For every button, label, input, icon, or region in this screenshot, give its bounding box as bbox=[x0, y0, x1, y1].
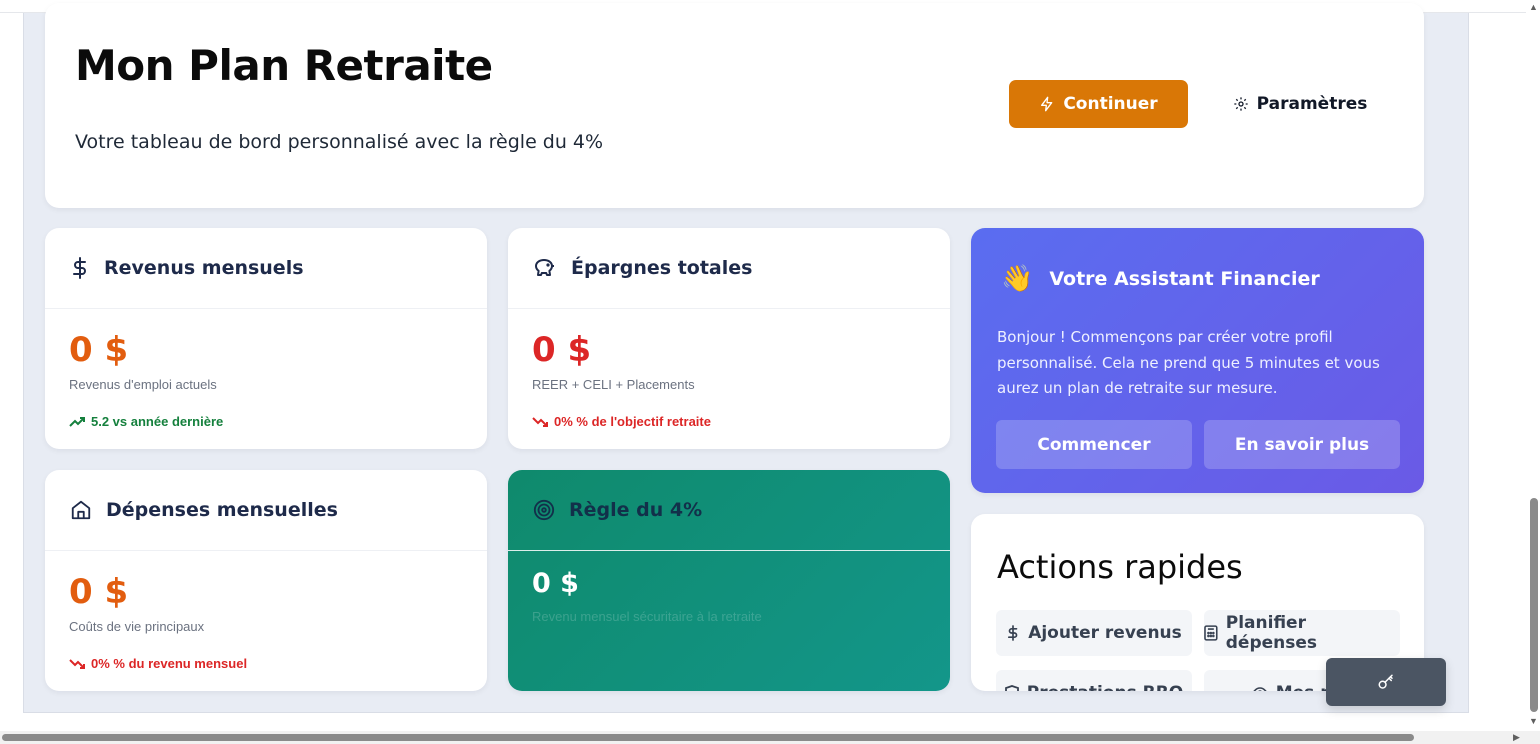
gear-icon bbox=[1233, 97, 1248, 111]
expenses-description: Coûts de vie principaux bbox=[69, 619, 205, 634]
lightning-icon bbox=[1041, 96, 1053, 112]
page-title: Mon Plan Retraite bbox=[75, 41, 493, 90]
assistant-message: Bonjour ! Commençons par créer votre pro… bbox=[997, 328, 1380, 397]
income-title: Revenus mensuels bbox=[104, 257, 304, 279]
rule-card-header: Règle du 4% bbox=[508, 470, 950, 551]
vertical-scrollbar[interactable]: ▲ ▼ bbox=[1526, 0, 1540, 732]
continue-button[interactable]: Continuer bbox=[1009, 80, 1188, 128]
key-icon bbox=[1378, 674, 1393, 689]
browser-viewport: Mon Plan Retraite Votre tableau de bord … bbox=[0, 0, 1540, 744]
start-button[interactable]: Commencer bbox=[996, 420, 1192, 469]
plan-expenses-button[interactable]: Planifier dépenses bbox=[1204, 610, 1400, 656]
savings-trend-label: 0% % de l'objectif retraite bbox=[554, 414, 711, 429]
income-trend: 5.2 vs année dernière bbox=[69, 414, 223, 429]
quick-actions-title: Actions rapides bbox=[997, 548, 1243, 586]
horizontal-scroll-thumb[interactable] bbox=[2, 734, 1414, 741]
income-value: 0 $ bbox=[69, 330, 129, 370]
settings-button[interactable]: Paramètres bbox=[1225, 80, 1375, 128]
rule-description: Revenu mensuel sécuritaire à la retraite bbox=[532, 609, 762, 624]
expenses-title: Dépenses mensuelles bbox=[106, 499, 338, 521]
assistant-header: 👋 Votre Assistant Financier bbox=[1001, 264, 1320, 294]
home-icon bbox=[71, 500, 91, 520]
scroll-down-arrow-icon[interactable]: ▼ bbox=[1529, 716, 1538, 726]
trend-down-icon bbox=[532, 416, 548, 427]
savings-trend: 0% % de l'objectif retraite bbox=[532, 414, 711, 429]
page-subtitle: Votre tableau de bord personnalisé avec … bbox=[75, 131, 604, 153]
expenses-card-header: Dépenses mensuelles bbox=[45, 470, 487, 551]
eye-icon bbox=[1253, 687, 1267, 691]
settings-label: Paramètres bbox=[1256, 94, 1368, 114]
expenses-card: Dépenses mensuelles 0 $ Coûts de vie pri… bbox=[45, 470, 487, 691]
calculator-icon bbox=[1204, 625, 1218, 641]
piggy-bank-icon bbox=[535, 259, 554, 276]
rule-title: Règle du 4% bbox=[569, 499, 703, 521]
rule-card: Règle du 4% 0 $ Revenu mensuel sécuritai… bbox=[508, 470, 950, 691]
assistant-title: Votre Assistant Financier bbox=[1049, 268, 1320, 290]
savings-card: Épargnes totales 0 $ REER + CELI + Place… bbox=[508, 228, 950, 449]
add-income-label: Ajouter revenus bbox=[1028, 623, 1182, 643]
income-card: Revenus mensuels 0 $ Revenus d'emploi ac… bbox=[45, 228, 487, 449]
target-icon bbox=[533, 499, 555, 521]
dashboard-frame: Mon Plan Retraite Votre tableau de bord … bbox=[23, 3, 1469, 713]
expenses-trend: 0% % du revenu mensuel bbox=[69, 656, 247, 671]
expenses-trend-label: 0% % du revenu mensuel bbox=[91, 656, 248, 671]
savings-value: 0 $ bbox=[532, 330, 592, 370]
savings-card-header: Épargnes totales bbox=[508, 228, 950, 309]
savings-description: REER + CELI + Placements bbox=[532, 377, 695, 392]
shield-icon bbox=[1004, 685, 1019, 691]
add-income-button[interactable]: Ajouter revenus bbox=[996, 610, 1192, 656]
trend-up-icon bbox=[69, 416, 85, 427]
income-description: Revenus d'emploi actuels bbox=[69, 377, 217, 392]
scroll-right-arrow-icon[interactable]: ▶ bbox=[1513, 732, 1520, 743]
income-card-header: Revenus mensuels bbox=[45, 228, 487, 309]
plan-expenses-label: Planifier dépenses bbox=[1225, 613, 1318, 653]
expenses-value: 0 $ bbox=[69, 572, 129, 612]
floating-key-button[interactable] bbox=[1326, 658, 1446, 706]
waving-hand-icon: 👋 bbox=[1001, 264, 1034, 294]
rule-value: 0 $ bbox=[532, 568, 579, 599]
learn-more-button[interactable]: En savoir plus bbox=[1204, 420, 1400, 469]
vertical-scroll-thumb[interactable] bbox=[1530, 498, 1538, 712]
assistant-card: 👋 Votre Assistant Financier Bonjour ! Co… bbox=[971, 228, 1424, 493]
savings-title: Épargnes totales bbox=[571, 257, 753, 279]
horizontal-scrollbar[interactable]: ▶ bbox=[0, 731, 1540, 744]
rrq-benefits-button[interactable]: Prestations RRQ bbox=[996, 670, 1192, 691]
scroll-up-arrow-icon[interactable]: ▲ bbox=[1529, 2, 1538, 12]
dollar-icon bbox=[73, 257, 86, 279]
rrq-benefits-label: Prestations RRQ bbox=[1027, 683, 1184, 691]
continue-label: Continuer bbox=[1063, 94, 1158, 114]
header-card: Mon Plan Retraite Votre tableau de bord … bbox=[45, 3, 1424, 208]
dollar-icon bbox=[1008, 625, 1018, 641]
trend-down-icon bbox=[69, 658, 85, 669]
income-trend-label: 5.2 vs année dernière bbox=[91, 414, 224, 429]
